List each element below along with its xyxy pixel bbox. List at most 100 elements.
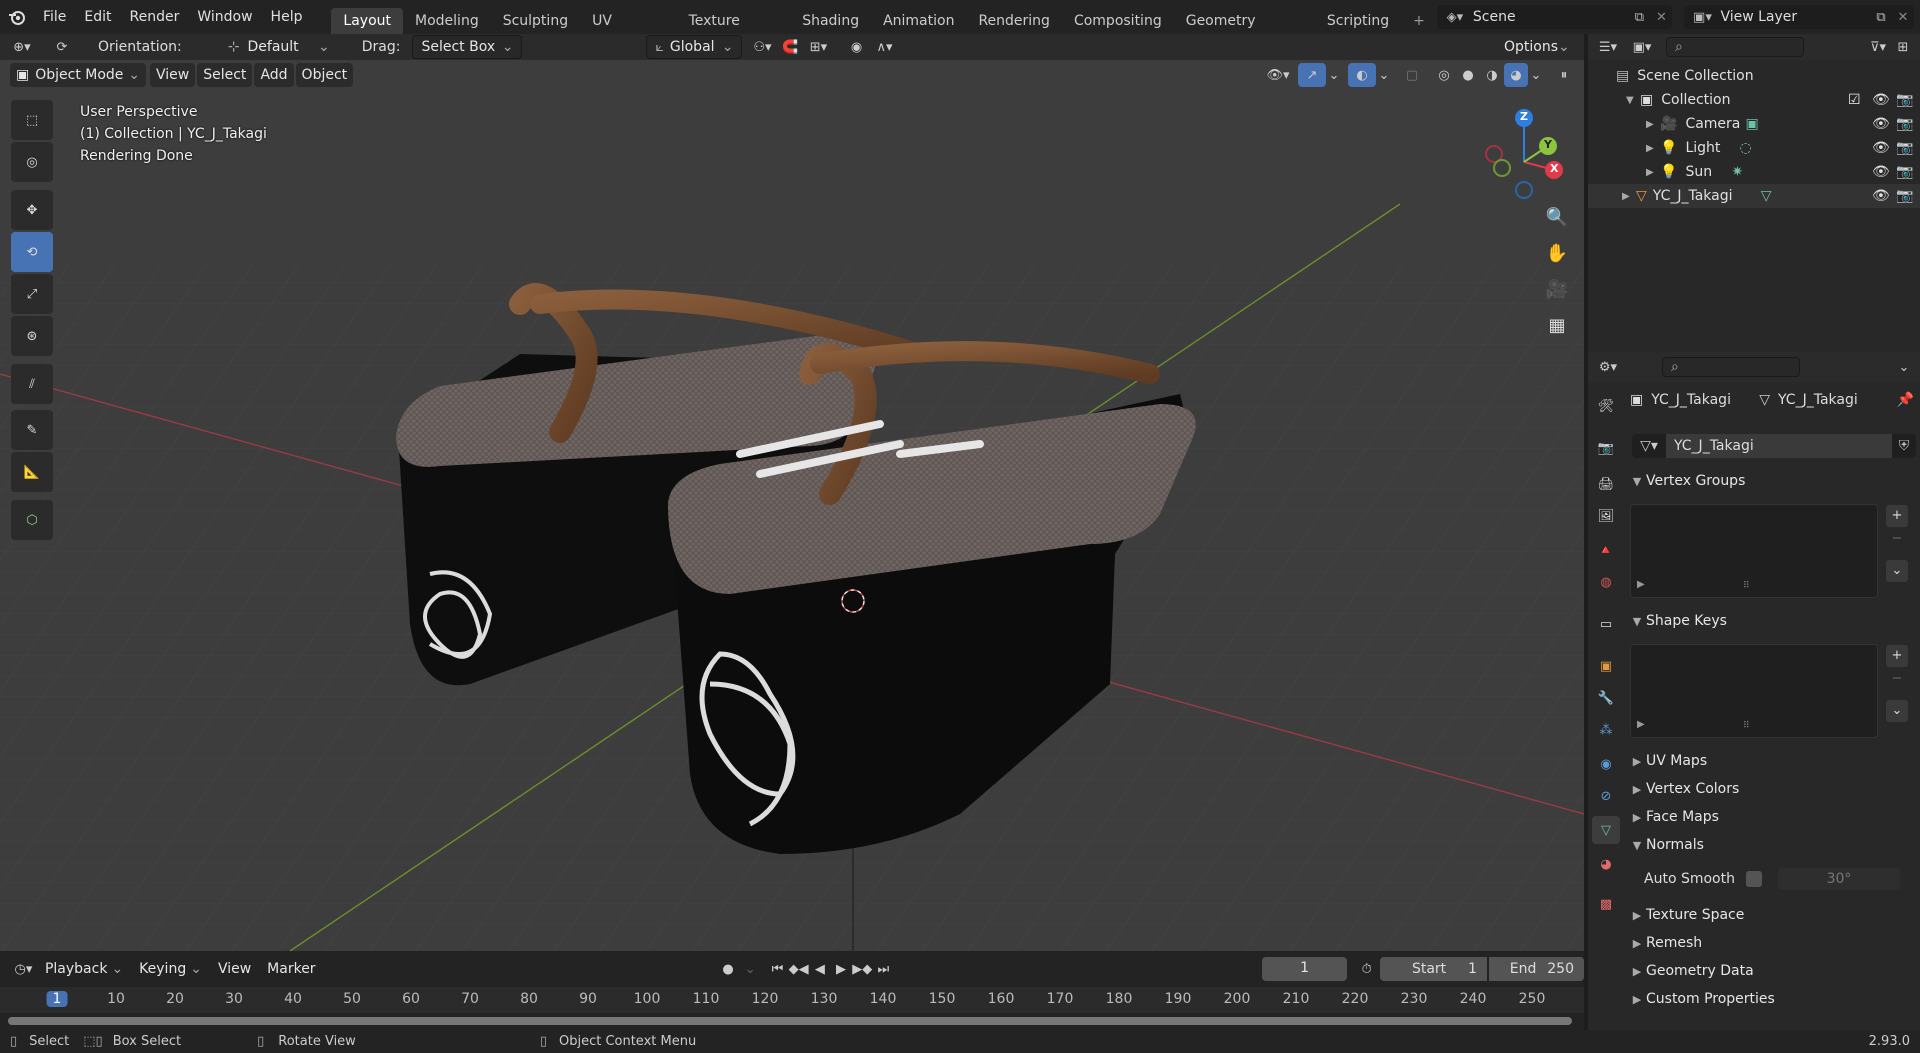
options-dropdown[interactable]: Options ⌄ [1496,35,1572,59]
material-tab-icon[interactable]: ◕ [1592,850,1620,878]
overlays-dropdown-icon[interactable]: ⌄ [1376,63,1392,87]
frame-end-field[interactable]: End 250 [1488,957,1584,981]
visibility-eye-icon[interactable]: 👁 [1872,164,1896,180]
snap-icon[interactable]: 🧲 [776,35,804,59]
filter-icon[interactable]: ⊽▾ [1864,35,1892,59]
visibility-eye-icon[interactable]: 👁 [1872,140,1896,156]
display-mode-icon[interactable]: ▣▾ [1628,35,1656,59]
play-icon[interactable]: ▶ [830,957,851,981]
pan-hand-icon[interactable]: ✋ [1540,236,1574,270]
prev-keyframe-icon[interactable]: ◆◀ [788,957,809,981]
tab-modeling[interactable]: Modeling [403,8,491,34]
draw-tool-icon[interactable]: ✎ [11,410,53,450]
panel-vertex-groups[interactable]: ▼ Vertex Groups [1628,468,1912,494]
fake-user-shield-icon[interactable]: ⛨ [1892,438,1916,454]
outliner-row-scene-collection[interactable]: ▤ Scene Collection [1588,64,1920,88]
outliner-row-sun[interactable]: ▶ 💡 Sun ✷ 👁 📷 [1588,160,1920,184]
world-properties-tab-icon[interactable]: ◍ [1592,568,1620,596]
current-frame-marker[interactable]: 1 [46,991,68,1007]
solid-shading-icon[interactable]: ● [1456,63,1480,87]
pin-icon[interactable]: 📌 [1897,392,1914,408]
outliner-row-camera[interactable]: ▶ 🎥 Camera ▣ 👁 📷 [1588,112,1920,136]
orientation-dropdown[interactable]: ⊹ Default ⌄ [219,35,338,59]
playback-menu[interactable]: Playback ⌄ [37,957,131,981]
vertex-group-specials-button[interactable]: ⌄ [1886,560,1908,582]
3d-viewport[interactable]: ⊕▾ ⟳ Orientation: ⊹ Default ⌄ Drag: Sele… [0,34,1584,951]
tab-texture-paint[interactable]: Texture Paint [677,8,791,55]
expand-arrow-icon[interactable]: ▼ [1626,95,1640,106]
panel-custom-properties[interactable]: ▶ Custom Properties [1628,986,1912,1012]
gizmo-dropdown-icon[interactable]: ⌄ [1326,63,1342,87]
object-properties-tab-icon[interactable]: ▣ [1592,652,1620,680]
render-camera-icon[interactable]: 📷 [1896,140,1920,156]
mesh-datablock-selector[interactable]: ▽▾ YC_J_Takagi ⛨ [1632,434,1916,458]
viewport-menu-object[interactable]: Object [295,63,354,87]
panel-uv-maps[interactable]: ▶ UV Maps [1628,748,1912,774]
tab-geometry-nodes[interactable]: Geometry Nodes [1174,8,1315,55]
render-camera-icon[interactable]: 📷 [1896,164,1920,180]
outliner-row-light[interactable]: ▶ 💡 Light ◌ 👁 📷 [1588,136,1920,160]
tool-properties-tab-icon[interactable]: 🛠 [1592,392,1620,420]
expand-arrow-icon[interactable]: ▶ [1646,119,1660,130]
tab-layout[interactable]: Layout [331,8,404,34]
proportional-edit-icon[interactable]: ◉ [842,35,870,59]
transform-orientation-dropdown[interactable]: ⟀ Global ⌄ [646,35,743,59]
exclude-checkbox-icon[interactable]: ☑ [1848,92,1872,108]
wireframe-shading-icon[interactable]: ◎ [1432,63,1456,87]
physics-tab-icon[interactable]: ◉ [1592,750,1620,778]
editor-type-icon[interactable]: ⊕▾ [8,35,36,59]
expand-arrow-icon[interactable]: ▶ [1646,167,1660,178]
add-shape-key-button[interactable]: + [1886,645,1908,667]
jump-start-icon[interactable]: ⏮ [767,957,788,981]
jump-end-icon[interactable]: ⏭ [873,957,894,981]
record-icon[interactable]: ● [715,957,742,981]
pause-render-icon[interactable]: ⏸ [1550,63,1578,87]
menu-render[interactable]: Render [121,0,189,34]
menu-help[interactable]: Help [262,0,312,34]
timeline-view-menu[interactable]: View [210,957,259,981]
list-resize-grip-icon[interactable]: ⠿ [1743,581,1750,591]
visibility-eye-icon[interactable]: 👁 [1872,92,1896,108]
panel-remesh[interactable]: ▶ Remesh [1628,930,1912,956]
scale-tool-icon[interactable]: ⤢ [11,274,53,314]
tab-compositing[interactable]: Compositing [1062,8,1174,34]
add-workspace-button[interactable]: + [1401,8,1437,34]
falloff-icon[interactable]: ∧▾ [870,35,898,59]
render-properties-tab-icon[interactable]: 📷 [1592,434,1620,462]
remove-vertex-group-button[interactable]: − [1886,528,1908,550]
auto-smooth-checkbox[interactable] [1746,871,1762,887]
menu-edit[interactable]: Edit [75,0,120,34]
shape-key-specials-button[interactable]: ⌄ [1886,700,1908,722]
tab-rendering[interactable]: Rendering [966,8,1062,34]
timeline-editor-type-icon[interactable]: ◷▾ [10,957,37,981]
shape-keys-list[interactable]: ▶ ⠿ [1630,644,1878,738]
outliner-row-collection[interactable]: ▼ ▣ Collection ☑ 👁 📷 [1588,88,1920,112]
rendered-shading-icon[interactable]: ◕ [1504,63,1528,87]
shading-dropdown-icon[interactable]: ⌄ [1528,63,1544,87]
timeline-scrollbar[interactable] [8,1017,1572,1025]
panel-face-maps[interactable]: ▶ Face Maps [1628,804,1912,830]
tab-uv-editing[interactable]: UV Editing [580,8,676,55]
remove-scene-icon[interactable]: ✕ [1650,10,1672,25]
copy-view-layer-icon[interactable]: ⧉ [1870,10,1892,25]
move-tool-icon[interactable]: ✥ [11,190,53,230]
panel-normals[interactable]: ▼ Normals [1628,832,1912,858]
panel-shape-keys[interactable]: ▼ Shape Keys [1628,608,1912,634]
cursor-tool-icon[interactable]: ◎ [11,142,53,182]
panel-texture-space[interactable]: ▶ Texture Space [1628,902,1912,928]
tab-sculpting[interactable]: Sculpting [491,8,580,34]
list-expand-icon[interactable]: ▶ [1637,579,1645,590]
mesh-data-tab-icon[interactable]: ▽ [1592,816,1620,844]
current-frame-field[interactable]: 1 [1261,957,1348,981]
view-layer-selector[interactable]: ▣▾ View Layer ⧉ ✕ [1684,5,1914,29]
keyframe-options-icon[interactable]: ⌄ [742,957,759,981]
list-resize-grip-icon[interactable]: ⠿ [1743,721,1750,731]
xray-icon[interactable]: ▢ [1398,63,1426,87]
expand-arrow-icon[interactable]: ▶ [1646,143,1660,154]
viewport-menu-add[interactable]: Add [254,63,294,87]
expand-arrow-icon[interactable]: ▶ [1622,191,1636,202]
vertex-groups-list[interactable]: ▶ ⠿ [1630,504,1878,598]
zoom-icon[interactable]: 🔍 [1540,200,1574,234]
scene-properties-tab-icon[interactable]: 🔺 [1592,536,1620,564]
measure-tool-icon[interactable]: 📐 [11,452,53,492]
